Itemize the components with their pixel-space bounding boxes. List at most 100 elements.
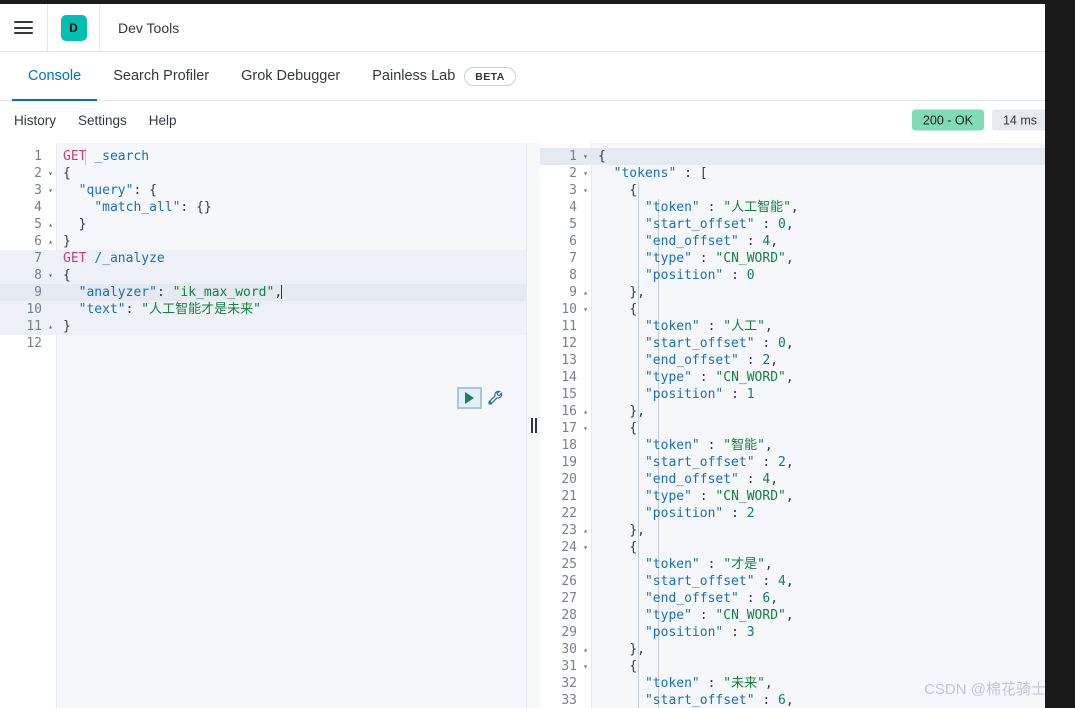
code-text: { — [598, 149, 606, 164]
line-number: 27 — [561, 591, 577, 606]
code-line: 14 "type" : "CN_WORD", — [540, 369, 1060, 386]
line-number: 10 — [561, 302, 577, 317]
fold-toggle-icon — [579, 250, 592, 267]
fold-toggle-icon[interactable]: ▾ — [579, 301, 592, 318]
code-text: "start_offset" : 2, — [644, 455, 794, 470]
code-line: 24 ▾ { — [540, 539, 1060, 556]
code-line: 26 "start_offset" : 4, — [540, 573, 1060, 590]
code-text: "token" : "智能", — [644, 438, 773, 453]
code-line[interactable]: 6 ▴} — [0, 233, 526, 250]
fold-toggle-icon[interactable]: ▴ — [579, 403, 592, 420]
fold-toggle-icon[interactable]: ▾ — [44, 182, 57, 199]
fold-toggle-icon[interactable]: ▾ — [579, 420, 592, 437]
tab-grok-debugger[interactable]: Grok Debugger — [225, 52, 356, 100]
help-button[interactable]: Help — [149, 113, 177, 128]
fold-toggle-icon — [579, 437, 592, 454]
code-text: "tokens" : [ — [613, 166, 708, 181]
history-button[interactable]: History — [14, 113, 56, 128]
code-text: { — [629, 659, 638, 674]
line-number: 32 — [561, 676, 577, 691]
code-text: GET /_analyze — [63, 251, 165, 266]
code-line: 29 "position" : 3 — [540, 624, 1060, 641]
fold-toggle-icon — [579, 675, 592, 692]
pane-splitter[interactable] — [527, 143, 540, 708]
line-number: 28 — [561, 608, 577, 623]
fold-toggle-icon — [579, 454, 592, 471]
tab-search-profiler[interactable]: Search Profiler — [97, 52, 225, 100]
fold-toggle-icon[interactable]: ▾ — [44, 165, 57, 182]
fold-toggle-icon[interactable]: ▴ — [44, 318, 57, 335]
hamburger-icon — [14, 21, 33, 34]
fold-toggle-icon[interactable]: ▾ — [579, 658, 592, 675]
line-number: 18 — [561, 438, 577, 453]
tab-console[interactable]: Console — [12, 52, 98, 101]
wrench-icon[interactable] — [486, 389, 504, 407]
code-line[interactable]: 10 "text": "人工智能才是未来" — [0, 301, 526, 318]
code-line: 6 "end_offset" : 4, — [540, 233, 1060, 250]
fold-toggle-icon — [44, 250, 57, 267]
fold-toggle-icon — [44, 284, 57, 301]
line-number: 2 — [34, 166, 42, 181]
code-text: { — [629, 540, 638, 555]
fold-toggle-icon — [579, 386, 592, 403]
code-line: 22 "position" : 2 — [540, 505, 1060, 522]
line-number: 7 — [569, 251, 577, 266]
app-logo[interactable]: D — [48, 4, 100, 51]
tab-painless-lab[interactable]: Painless Lab BETA — [356, 52, 531, 100]
fold-toggle-icon[interactable]: ▾ — [579, 182, 592, 199]
code-text: "query": { — [78, 183, 157, 198]
code-line[interactable]: 4 "match_all": {} — [0, 199, 526, 216]
fold-toggle-icon[interactable]: ▴ — [44, 216, 57, 233]
code-line[interactable]: 3 ▾ "query": { — [0, 182, 526, 199]
fold-toggle-icon[interactable]: ▴ — [579, 284, 592, 301]
tab-painless-lab-label: Painless Lab — [372, 68, 456, 84]
line-number: 29 — [561, 625, 577, 640]
code-line: 17 ▾ { — [540, 420, 1060, 437]
nav-menu-button[interactable] — [0, 4, 48, 51]
line-number: 8 — [34, 268, 42, 283]
code-line[interactable]: 5 ▴ } — [0, 216, 526, 233]
fold-toggle-icon[interactable]: ▾ — [579, 539, 592, 556]
fold-toggle-icon — [579, 199, 592, 216]
code-line[interactable]: 12 — [0, 335, 526, 352]
line-number: 2 — [569, 166, 577, 181]
code-line[interactable]: 11 ▴} — [0, 318, 526, 335]
fold-toggle-icon[interactable]: ▴ — [579, 641, 592, 658]
response-status-group: 200 - OK 14 ms — [911, 109, 1048, 131]
fold-toggle-icon[interactable]: ▴ — [579, 522, 592, 539]
code-line: 18 "token" : "智能", — [540, 437, 1060, 454]
code-text: "type" : "CN_WORD", — [644, 608, 794, 623]
fold-toggle-icon — [579, 556, 592, 573]
line-number: 5 — [34, 217, 42, 232]
code-line[interactable]: 8 ▾ { — [0, 267, 526, 284]
duration-badge: 14 ms — [991, 109, 1048, 131]
play-icon[interactable] — [457, 387, 482, 409]
fold-toggle-icon[interactable]: ▴ — [44, 233, 57, 250]
fold-toggle-icon — [579, 471, 592, 488]
fold-toggle-icon[interactable]: ▾ — [579, 148, 592, 165]
line-number: 14 — [561, 370, 577, 385]
fold-toggle-icon — [44, 148, 57, 165]
kibana-dev-tools-app: D Dev Tools Console Search Profiler Grok… — [0, 4, 1060, 708]
code-line[interactable]: 1 GET _search — [0, 148, 526, 165]
response-viewer-pane[interactable]: 1 ▾{2 ▾ "tokens" : [3 ▾ {4 "token" : "人工智能"… — [540, 143, 1060, 708]
line-number: 11 — [561, 319, 577, 334]
code-line: 21 "type" : "CN_WORD", — [540, 488, 1060, 505]
fold-toggle-icon[interactable]: ▾ — [579, 165, 592, 182]
settings-button[interactable]: Settings — [78, 113, 127, 128]
console-panes: 1 GET _search 2 ▾{3 ▾ "query": {4 "match_all… — [0, 143, 1060, 708]
code-text: "start_offset" : 0, — [644, 336, 794, 351]
request-editor-pane[interactable]: 1 GET _search 2 ▾{3 ▾ "query": {4 "match_all… — [0, 143, 527, 708]
code-line[interactable]: 7 GET /_analyze — [0, 250, 526, 267]
line-number: 26 — [561, 574, 577, 589]
line-number: 10 — [26, 302, 42, 317]
code-line[interactable]: 9 "analyzer": "ik_max_word", — [0, 284, 526, 301]
request-editor[interactable]: 1 GET _search 2 ▾{3 ▾ "query": {4 "match_all… — [0, 143, 526, 708]
fold-toggle-icon[interactable]: ▾ — [44, 267, 57, 284]
code-line: 12 "start_offset" : 0, — [540, 335, 1060, 352]
code-line: 3 ▾ { — [540, 182, 1060, 199]
code-line[interactable]: 2 ▾ { — [0, 165, 526, 182]
fold-toggle-icon — [579, 318, 592, 335]
fold-toggle-icon — [579, 505, 592, 522]
code-line: 1 ▾ { — [540, 148, 1060, 165]
